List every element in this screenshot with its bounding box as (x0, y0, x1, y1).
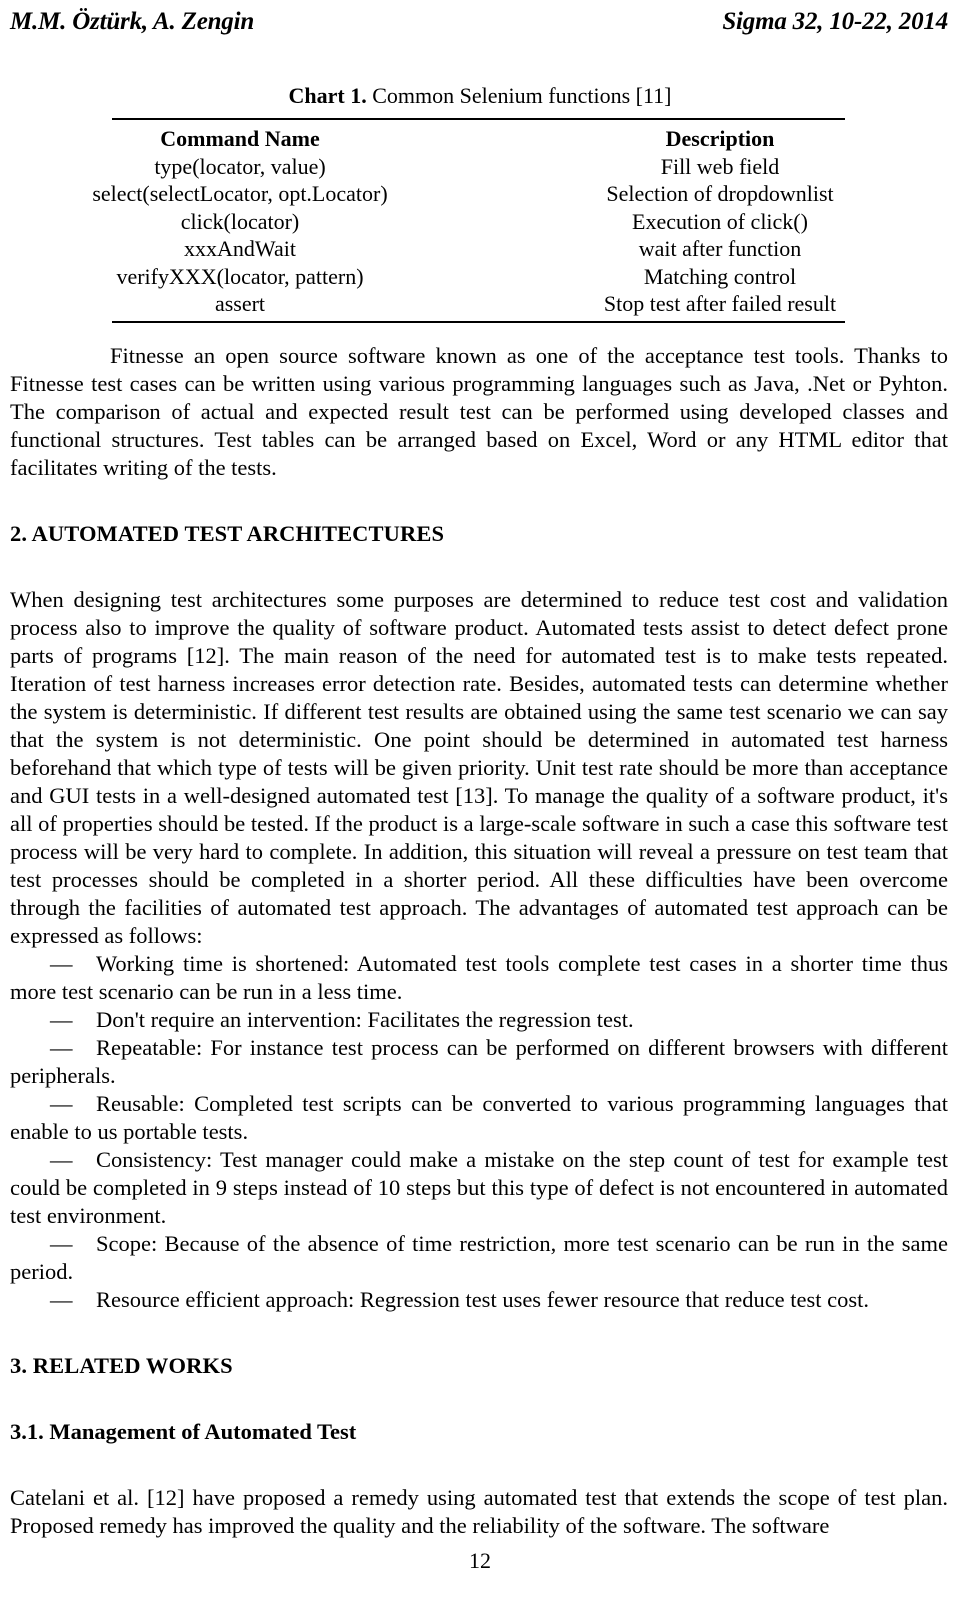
dash-marker-icon: — (50, 1147, 73, 1172)
cell-command: xxxAndWait (184, 236, 296, 262)
list-item: — Working time is shortened: Automated te… (10, 950, 948, 1006)
chart-1-block: Chart 1. Common Selenium functions [11] … (0, 83, 960, 324)
chart-1-caption: Chart 1. Common Selenium functions [11] (0, 83, 960, 109)
list-item-text: Reusable: Completed test scripts can be … (10, 1091, 948, 1144)
column-header-command-name: Command Name (160, 125, 320, 151)
table-bottom-rule (112, 321, 845, 324)
dash-marker-icon: — (50, 1091, 73, 1116)
body-content: Fitnesse an open source software known a… (10, 342, 948, 1540)
chart-1-caption-text: Common Selenium functions [11] (366, 83, 672, 108)
document-page: M.M. Öztürk, A. Zengin Sigma 32, 10-22, … (0, 0, 960, 1600)
list-item-text: Working time is shortened: Automated tes… (10, 951, 948, 1004)
cell-command: click(locator) (180, 208, 300, 234)
advantages-list: — Working time is shortened: Automated te… (10, 950, 948, 1314)
column-header-description: Description (665, 125, 775, 151)
running-head-authors: M.M. Öztürk, A. Zengin (10, 8, 255, 35)
list-item: — Resource efficient approach: Regression… (10, 1286, 948, 1314)
cell-description: Selection of dropdownlist (606, 181, 834, 207)
list-item: — Repeatable: For instance test process c… (10, 1034, 948, 1090)
paragraph-section-2: When designing test architectures some p… (10, 587, 948, 948)
chart-1-caption-label: Chart 1. (288, 83, 367, 108)
selenium-functions-table: Command Name Description type(locator, v… (0, 120, 960, 322)
table-row: select(selectLocator, opt.Locator) Selec… (0, 180, 960, 207)
table-row: verifyXXX(locator, pattern) Matching con… (0, 263, 960, 290)
dash-marker-icon: — (50, 1231, 73, 1256)
running-head-journal-ref: Sigma 32, 10-22, 2014 (722, 8, 948, 35)
list-item: — Consistency: Test manager could make a … (10, 1146, 948, 1230)
cell-description: wait after function (638, 236, 802, 262)
table-row: click(locator) Execution of click() (0, 208, 960, 235)
cell-description: Execution of click() (632, 208, 808, 234)
cell-description: Stop test after failed result (603, 290, 837, 316)
list-item-text: Don't require an intervention: Facilitat… (96, 1007, 634, 1032)
cell-command: type(locator, value) (154, 154, 326, 179)
list-item-text: Repeatable: For instance test process ca… (10, 1035, 948, 1088)
cell-description: Matching control (643, 263, 797, 289)
dash-marker-icon: — (50, 1007, 73, 1032)
running-head: M.M. Öztürk, A. Zengin Sigma 32, 10-22, … (10, 8, 948, 36)
paragraph-fitnesse: Fitnesse an open source software known a… (10, 343, 948, 480)
heading-section-2: 2. AUTOMATED TEST ARCHITECTURES (10, 521, 445, 546)
cell-command: verifyXXX(locator, pattern) (116, 263, 364, 289)
list-item: — Reusable: Completed test scripts can be… (10, 1090, 948, 1146)
heading-section-3-1: 3.1. Management of Automated Test (10, 1419, 357, 1444)
table-row: type(locator, value) Fill web field (0, 153, 960, 180)
dash-marker-icon: — (50, 951, 73, 976)
cell-description: Fill web field (660, 154, 780, 179)
list-item: — Don't require an intervention: Facilita… (10, 1006, 948, 1034)
table-row: xxxAndWait wait after function (0, 235, 960, 262)
table-row: assert Stop test after failed result (0, 290, 960, 321)
dash-marker-icon: — (50, 1035, 73, 1060)
page-number: 12 (469, 1548, 491, 1573)
heading-section-3: 3. RELATED WORKS (10, 1353, 233, 1378)
paragraph-section-3-1: Catelani et al. [12] have proposed a rem… (10, 1485, 948, 1538)
dash-marker-icon: — (50, 1287, 73, 1312)
list-item: — Scope: Because of the absence of time r… (10, 1230, 948, 1286)
list-item-text: Resource efficient approach: Regression … (96, 1287, 870, 1312)
table-header-row: Command Name Description (0, 120, 960, 153)
cell-command: select(selectLocator, opt.Locator) (92, 181, 388, 207)
cell-command: assert (214, 290, 266, 316)
list-item-text: Consistency: Test manager could make a m… (10, 1147, 948, 1228)
list-item-text: Scope: Because of the absence of time re… (10, 1231, 948, 1284)
